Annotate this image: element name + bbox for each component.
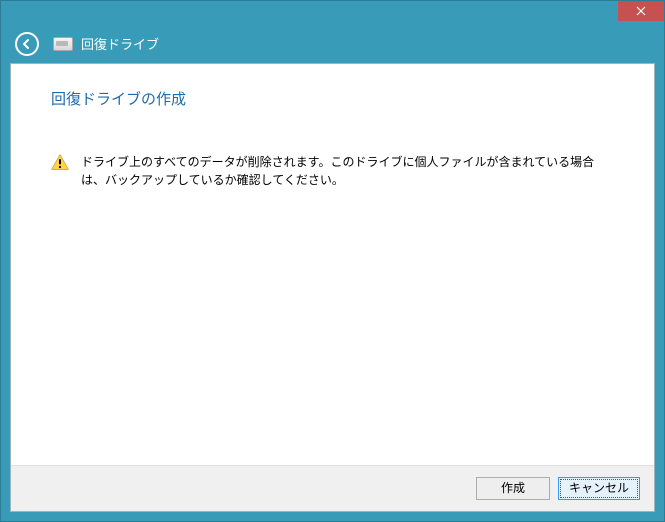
title-bar <box>1 1 664 24</box>
back-arrow-icon <box>21 38 33 50</box>
content-panel: 回復ドライブの作成 ドライブ上のすべてのデータが削除されます。このドライブに個人… <box>10 63 655 512</box>
warning-row: ドライブ上のすべてのデータが削除されます。このドライブに個人ファイルが含まれてい… <box>51 153 614 189</box>
create-button[interactable]: 作成 <box>476 477 550 500</box>
header-row: 回復ドライブ <box>1 24 664 63</box>
footer: 作成 キャンセル <box>11 465 654 511</box>
app-title: 回復ドライブ <box>81 34 159 53</box>
drive-icon <box>53 37 73 51</box>
content-inner: 回復ドライブの作成 ドライブ上のすべてのデータが削除されます。このドライブに個人… <box>11 64 654 465</box>
back-button[interactable] <box>15 32 39 56</box>
close-icon <box>636 6 646 16</box>
warning-text: ドライブ上のすべてのデータが削除されます。このドライブに個人ファイルが含まれてい… <box>81 153 606 189</box>
close-button[interactable] <box>618 1 664 21</box>
cancel-button[interactable]: キャンセル <box>558 477 640 500</box>
page-heading: 回復ドライブの作成 <box>51 88 614 109</box>
warning-icon <box>51 154 69 170</box>
wizard-window: 回復ドライブ 回復ドライブの作成 ドライブ上のすべてのデータが削除されます。この… <box>0 0 665 522</box>
